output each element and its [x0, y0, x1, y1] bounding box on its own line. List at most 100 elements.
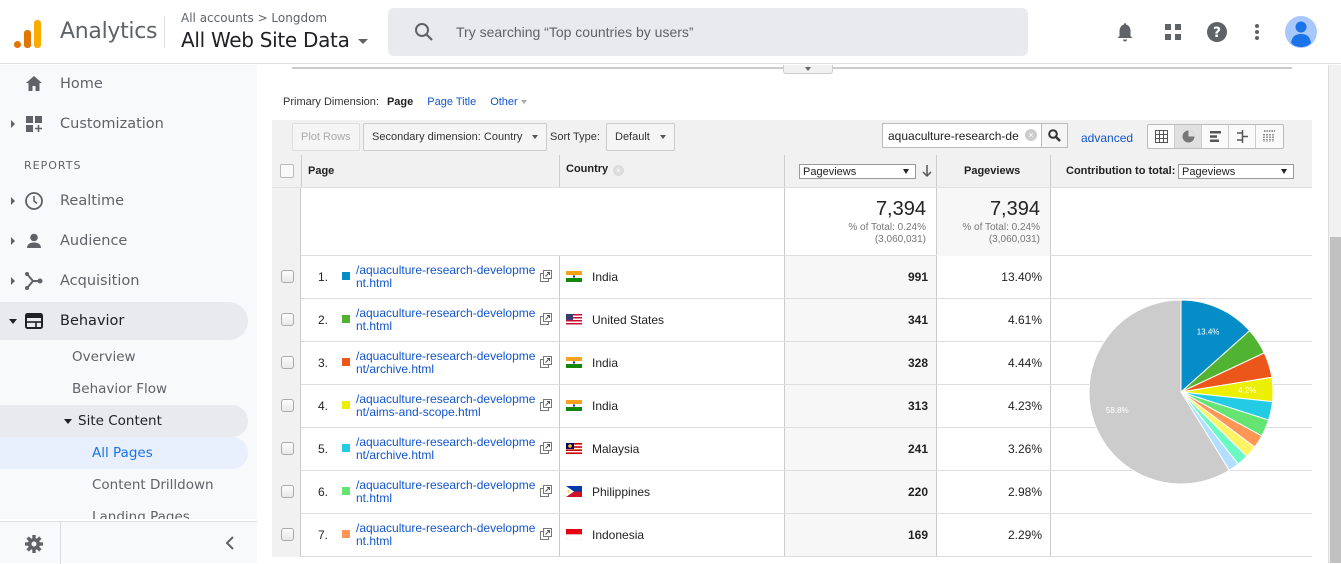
- analytics-logo-icon[interactable]: [14, 18, 42, 48]
- remove-secondary-dimension-icon[interactable]: ×: [613, 165, 624, 176]
- property-selector[interactable]: All Web Site Data: [181, 28, 368, 52]
- caret-down-icon: [805, 66, 811, 71]
- row-checkbox[interactable]: [281, 313, 294, 326]
- country-value[interactable]: United States: [592, 313, 664, 327]
- sidebar-item-landing-pages[interactable]: Landing Pages: [0, 501, 248, 519]
- row-checkbox[interactable]: [281, 270, 294, 283]
- sidebar-item-customization[interactable]: Customization: [0, 105, 248, 143]
- select-all-checkbox[interactable]: [280, 164, 294, 178]
- country-value[interactable]: India: [592, 270, 618, 284]
- sidebar-item-overview[interactable]: Overview: [0, 341, 248, 373]
- sort-descending-icon[interactable]: [922, 164, 932, 181]
- help-icon[interactable]: ?: [1199, 14, 1235, 50]
- row-checkbox[interactable]: [281, 485, 294, 498]
- filter-input[interactable]: [882, 123, 1042, 148]
- sidebar-item-all-pages[interactable]: All Pages: [0, 437, 248, 469]
- country-value[interactable]: Indonesia: [592, 528, 644, 542]
- filter-search-button[interactable]: [1042, 123, 1068, 148]
- row-index: 5.: [317, 442, 328, 456]
- expand-chart-toggle[interactable]: [783, 65, 833, 74]
- page-link[interactable]: /aquaculture-research-development.html: [356, 522, 538, 548]
- dimension-page-title[interactable]: Page Title: [427, 96, 476, 108]
- row-checkbox[interactable]: [281, 442, 294, 455]
- page-link[interactable]: /aquaculture-research-development/archiv…: [356, 350, 538, 376]
- sidebar-item-audience[interactable]: Audience: [0, 222, 248, 260]
- reports-section-label: REPORTS: [24, 159, 82, 172]
- secondary-dimension-dropdown[interactable]: Secondary dimension: Country: [363, 123, 548, 151]
- plot-rows-button[interactable]: Plot Rows: [292, 123, 360, 151]
- country-value[interactable]: India: [592, 399, 618, 413]
- percentage-pie-view-icon[interactable]: [1175, 125, 1202, 148]
- chevron-left-icon[interactable]: [222, 534, 238, 552]
- performance-bar-view-icon[interactable]: [1202, 125, 1229, 148]
- open-external-icon[interactable]: [540, 356, 552, 368]
- page-link[interactable]: /aquaculture-research-development.html: [356, 307, 538, 333]
- sidebar-item-content-drilldown[interactable]: Content Drilldown: [0, 469, 248, 501]
- row-checkbox[interactable]: [281, 528, 294, 541]
- table-header-row: Page Country × Pageviews Pageviews Contr…: [272, 155, 1312, 188]
- search-input[interactable]: [456, 24, 1016, 40]
- term-cloud-view-icon[interactable]: [1256, 125, 1283, 148]
- caret-down-icon: [1281, 169, 1287, 174]
- account-avatar-icon[interactable]: [1283, 14, 1319, 50]
- sidebar-item-site-content[interactable]: Site Content: [0, 405, 248, 437]
- dashboard-add-icon: [24, 114, 44, 134]
- row-index: 2.: [317, 313, 328, 327]
- row-checkbox[interactable]: [281, 356, 294, 369]
- primary-dimension-bar: Primary Dimension: Page Page Title Other: [283, 96, 541, 108]
- scrollbar-thumb[interactable]: [1330, 237, 1341, 563]
- page-column-header[interactable]: Page: [308, 165, 334, 177]
- advanced-filter-link[interactable]: advanced: [1081, 131, 1133, 145]
- bell-icon[interactable]: [1107, 14, 1143, 50]
- page-link[interactable]: /aquaculture-research-development.html: [356, 264, 538, 290]
- total-pageviews-cell: 7,394 % of Total: 0.24% (3,060,031): [785, 188, 936, 256]
- open-external-icon[interactable]: [540, 485, 552, 497]
- dimension-other[interactable]: Other: [490, 96, 527, 108]
- flag-philippines-icon: [566, 486, 582, 497]
- totals-gutter: [272, 188, 301, 256]
- pie-data-label: 58.8%: [1106, 406, 1129, 415]
- sidebar-item-behavior[interactable]: Behavior: [0, 302, 248, 340]
- sort-type-dropdown[interactable]: Default: [606, 123, 675, 151]
- country-column-header[interactable]: Country: [566, 163, 608, 175]
- sidebar-item-home[interactable]: Home: [0, 65, 248, 103]
- search-bar[interactable]: [388, 8, 1028, 56]
- country-value[interactable]: Malaysia: [592, 442, 639, 456]
- row-index: 3.: [317, 356, 328, 370]
- account-breadcrumb[interactable]: All accounts > Longdom: [181, 11, 327, 25]
- country-value[interactable]: Philippines: [592, 485, 650, 499]
- apps-grid-icon[interactable]: [1155, 14, 1191, 50]
- pageviews-column-header[interactable]: Pageviews: [964, 165, 1020, 177]
- country-value[interactable]: India: [592, 356, 618, 370]
- pageviews-value: 169: [907, 528, 928, 542]
- gear-icon[interactable]: [24, 534, 44, 554]
- comparison-view-icon[interactable]: [1229, 125, 1256, 148]
- page-link[interactable]: /aquaculture-research-development/archiv…: [356, 436, 538, 462]
- more-vert-icon[interactable]: [1239, 14, 1275, 50]
- data-table-view-icon[interactable]: [1148, 125, 1175, 148]
- open-external-icon[interactable]: [540, 528, 552, 540]
- metric-select[interactable]: Pageviews: [799, 164, 916, 179]
- open-external-icon[interactable]: [540, 399, 552, 411]
- open-external-icon[interactable]: [540, 442, 552, 454]
- page-link[interactable]: /aquaculture-research-development/aims-a…: [356, 393, 538, 419]
- series-color-swatch: [342, 401, 350, 409]
- pageviews-value: 341: [907, 313, 928, 327]
- expand-arrow-icon: [11, 197, 15, 205]
- sidebar-item-acquisition[interactable]: Acquisition: [0, 262, 248, 300]
- pie-data-label: 4.2%: [1238, 386, 1256, 395]
- sidebar-item-behavior-flow[interactable]: Behavior Flow: [0, 373, 248, 405]
- open-external-icon[interactable]: [540, 313, 552, 325]
- clear-filter-icon[interactable]: ×: [1025, 129, 1037, 141]
- sidebar-item-realtime[interactable]: Realtime: [0, 182, 248, 220]
- open-external-icon[interactable]: [540, 270, 552, 282]
- row-index: 7.: [317, 528, 328, 542]
- page-scrollbar[interactable]: [1328, 65, 1341, 563]
- collapse-arrow-icon: [9, 318, 17, 324]
- row-index: 6.: [317, 485, 328, 499]
- sort-type-label: Sort Type:: [550, 131, 600, 143]
- contribution-metric-select[interactable]: Pageviews: [1178, 164, 1294, 179]
- dimension-page[interactable]: Page: [387, 96, 413, 108]
- page-link[interactable]: /aquaculture-research-development.html: [356, 479, 538, 505]
- row-checkbox[interactable]: [281, 399, 294, 412]
